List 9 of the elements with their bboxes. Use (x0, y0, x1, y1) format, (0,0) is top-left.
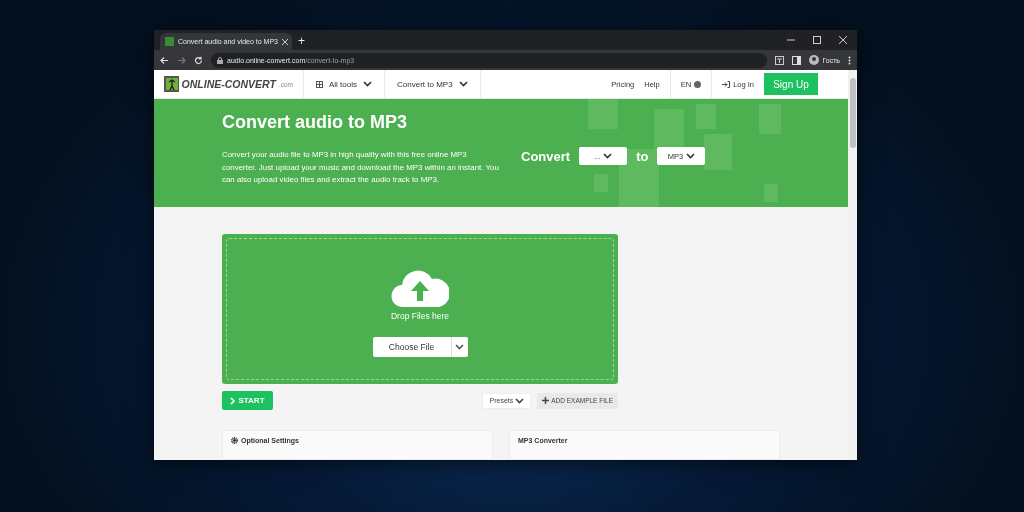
choose-file-button[interactable]: Choose File (372, 337, 468, 357)
nav-menu[interactable]: All tools (304, 70, 385, 99)
file-drop-zone[interactable]: Drop Files here Choose File (222, 234, 618, 384)
page-title: Convert audio to MP3 (222, 112, 408, 134)
new-tab-button[interactable]: + (298, 34, 305, 48)
drop-hint: Drop Files here (390, 311, 450, 321)
to-label: to (636, 148, 649, 164)
convert-label: Convert (521, 148, 571, 164)
nav-menu[interactable]: Convert to MP3 (385, 70, 481, 99)
